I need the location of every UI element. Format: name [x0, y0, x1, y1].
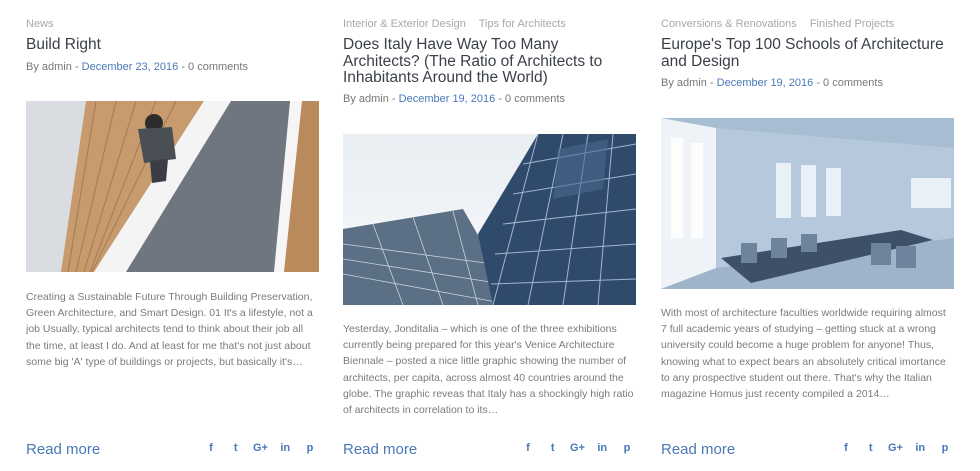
- read-more-link[interactable]: Read more: [26, 441, 100, 458]
- post-comments[interactable]: 0 comments: [188, 61, 248, 73]
- twitter-icon[interactable]: t: [227, 442, 245, 454]
- post-comments[interactable]: 0 comments: [823, 77, 883, 89]
- post-card: News Build Right By admin - December 23,…: [26, 0, 319, 471]
- post-author[interactable]: By admin: [26, 61, 72, 73]
- category-link[interactable]: Finished Projects: [810, 18, 894, 30]
- post-title[interactable]: Europe's Top 100 Schools of Architecture…: [661, 36, 954, 70]
- post-author[interactable]: By admin: [343, 93, 389, 105]
- google-plus-icon[interactable]: G+: [887, 442, 905, 454]
- twitter-icon[interactable]: t: [544, 442, 562, 454]
- post-date[interactable]: December 23, 2016: [82, 61, 179, 73]
- post-title[interactable]: Build Right: [26, 36, 319, 54]
- category-link[interactable]: News: [26, 18, 54, 30]
- facebook-icon[interactable]: f: [837, 442, 855, 454]
- category-link[interactable]: Conversions & Renovations: [661, 18, 797, 30]
- google-plus-icon[interactable]: G+: [252, 442, 270, 454]
- post-thumbnail[interactable]: [661, 118, 954, 289]
- post-excerpt: Yesterday, Jonditalia – which is one of …: [343, 323, 634, 417]
- share-buttons: f t G+ in p: [202, 442, 319, 454]
- category-link[interactable]: Tips for Architects: [479, 18, 566, 30]
- post-title[interactable]: Does Italy Have Way Too Many Architects?…: [343, 36, 636, 87]
- meta-separator: -: [71, 61, 82, 73]
- post-author[interactable]: By admin: [661, 77, 707, 89]
- meta-separator: -: [178, 61, 189, 73]
- facebook-icon[interactable]: f: [519, 442, 537, 454]
- post-meta: By admin - December 23, 2016 - 0 comment…: [26, 61, 248, 73]
- post-card: Interior & Exterior Design Tips for Arch…: [343, 0, 636, 471]
- pinterest-icon[interactable]: p: [936, 442, 954, 454]
- post-meta: By admin - December 19, 2016 - 0 comment…: [661, 77, 883, 89]
- meta-separator: -: [813, 77, 824, 89]
- twitter-icon[interactable]: t: [862, 442, 880, 454]
- post-excerpt: With most of architecture faculties worl…: [661, 307, 946, 401]
- post-meta: By admin - December 19, 2016 - 0 comment…: [343, 93, 565, 105]
- post-date[interactable]: December 19, 2016: [399, 93, 496, 105]
- read-more-link[interactable]: Read more: [661, 441, 735, 458]
- linkedin-icon[interactable]: in: [593, 442, 611, 454]
- meta-separator: -: [388, 93, 399, 105]
- meta-separator: -: [495, 93, 506, 105]
- blog-post-grid: News Build Right By admin - December 23,…: [0, 0, 980, 471]
- post-thumbnail[interactable]: [26, 101, 319, 272]
- meta-separator: -: [706, 77, 717, 89]
- linkedin-icon[interactable]: in: [276, 442, 294, 454]
- facebook-icon[interactable]: f: [202, 442, 220, 454]
- share-buttons: f t G+ in p: [519, 442, 636, 454]
- google-plus-icon[interactable]: G+: [569, 442, 587, 454]
- post-excerpt: Creating a Sustainable Future Through Bu…: [26, 291, 313, 368]
- post-card: Conversions & Renovations Finished Proje…: [661, 0, 954, 471]
- post-categories: Interior & Exterior Design Tips for Arch…: [343, 18, 576, 30]
- read-more-link[interactable]: Read more: [343, 441, 417, 458]
- post-categories: Conversions & Renovations Finished Proje…: [661, 18, 904, 30]
- share-buttons: f t G+ in p: [837, 442, 954, 454]
- linkedin-icon[interactable]: in: [911, 442, 929, 454]
- post-thumbnail[interactable]: [343, 134, 636, 305]
- post-comments[interactable]: 0 comments: [505, 93, 565, 105]
- pinterest-icon[interactable]: p: [618, 442, 636, 454]
- pinterest-icon[interactable]: p: [301, 442, 319, 454]
- post-date[interactable]: December 19, 2016: [717, 77, 814, 89]
- category-link[interactable]: Interior & Exterior Design: [343, 18, 466, 30]
- post-categories: News: [26, 18, 64, 30]
